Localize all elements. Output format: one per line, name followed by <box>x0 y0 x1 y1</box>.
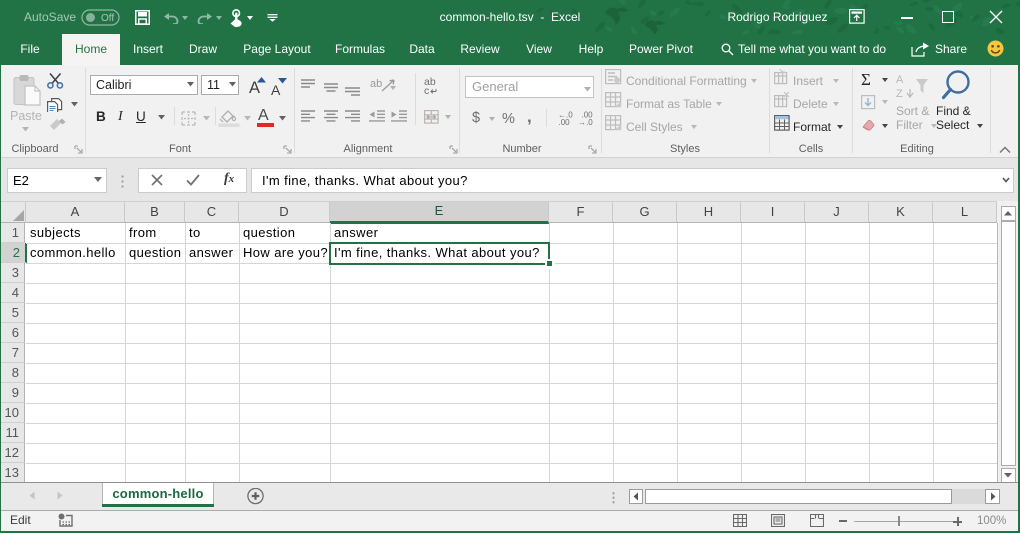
svg-text:ab: ab <box>370 78 382 90</box>
svg-text:A: A <box>896 74 904 86</box>
svg-text:Off: Off <box>101 13 114 24</box>
svg-text:c: c <box>424 85 429 95</box>
svg-text:.00: .00 <box>559 118 571 125</box>
svg-text:→.0: →.0 <box>578 118 593 125</box>
svg-text:Z: Z <box>896 88 903 100</box>
